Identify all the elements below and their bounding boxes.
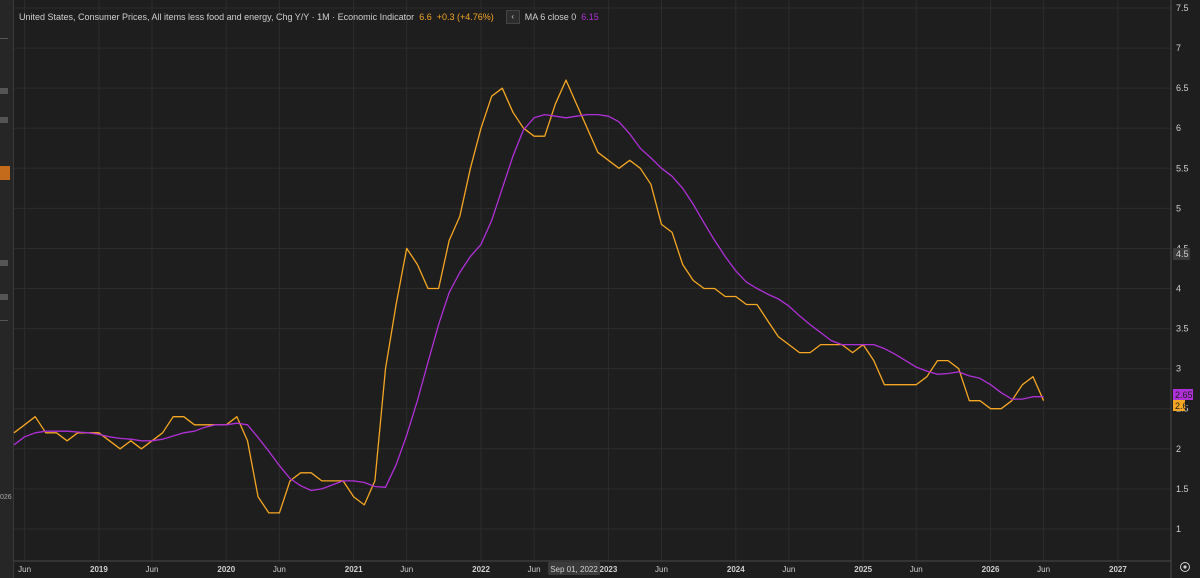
y-tick-label: 6 — [1176, 123, 1181, 133]
y-tick-label: 1 — [1176, 524, 1181, 534]
plot-background — [14, 0, 1171, 561]
settings-icon[interactable] — [1180, 562, 1190, 572]
x-tick-label: 2020 — [217, 565, 235, 574]
y-tick-label: 2 — [1176, 444, 1181, 454]
chart-legend[interactable]: United States, Consumer Prices, All item… — [19, 10, 599, 24]
y-tick-label: 7.5 — [1176, 3, 1189, 13]
y-tick-label: 7 — [1176, 43, 1181, 53]
y-tick-label: 1.5 — [1176, 484, 1189, 494]
chevron-left-icon[interactable]: ‹ — [505, 10, 520, 24]
price-chart[interactable]: 11.522.533.544.555.566.577.5Jun2019Jun20… — [0, 0, 1200, 578]
ma-label: MA 6 close 0 — [524, 12, 577, 22]
y-tick-label: 5.5 — [1176, 163, 1189, 173]
series-last-price-label: 2.6 — [1175, 401, 1188, 411]
chart-grid — [14, 0, 1171, 561]
x-tick-label: 2026 — [982, 565, 1000, 574]
hover-price-label: 4.5 — [1176, 249, 1189, 259]
x-tick-label: 2022 — [472, 565, 490, 574]
x-tick-label: Jun — [528, 565, 541, 574]
x-tick-label: Jun — [1037, 565, 1050, 574]
ma-last-price-label: 2.65 — [1175, 390, 1193, 400]
x-tick-label: 2027 — [1109, 565, 1127, 574]
series-last-value: 6.6 — [419, 12, 432, 22]
x-tick-label: Jun — [910, 565, 923, 574]
x-tick-label: Jun — [273, 565, 286, 574]
x-tick-label: Jun — [400, 565, 413, 574]
x-tick-label: 2021 — [345, 565, 363, 574]
crosshair: Sep 01, 2022 — [548, 562, 600, 575]
x-tick-label: Jun — [782, 565, 795, 574]
y-tick-label: 4 — [1176, 284, 1181, 294]
x-tick-label: 2023 — [600, 565, 618, 574]
y-tick-label: 3 — [1176, 364, 1181, 374]
chart-workspace: 026 11.522.533.544.555.566.577.5Jun2019J… — [0, 0, 1200, 578]
x-tick-label: 2019 — [90, 565, 108, 574]
x-tick-label: Jun — [18, 565, 31, 574]
x-tick-label: Jun — [146, 565, 159, 574]
series-change: +0.3 (+4.76%) — [436, 12, 494, 22]
x-tick-label: 2025 — [854, 565, 872, 574]
series-title: United States, Consumer Prices, All item… — [19, 12, 415, 22]
ma-value: 6.15 — [581, 12, 599, 22]
y-tick-label: 5 — [1176, 203, 1181, 213]
y-tick-label: 6.5 — [1176, 83, 1189, 93]
x-tick-label: Jun — [655, 565, 668, 574]
y-tick-label: 3.5 — [1176, 324, 1189, 334]
x-tick-label: 2024 — [727, 565, 745, 574]
crosshair-date-label: Sep 01, 2022 — [550, 565, 598, 574]
